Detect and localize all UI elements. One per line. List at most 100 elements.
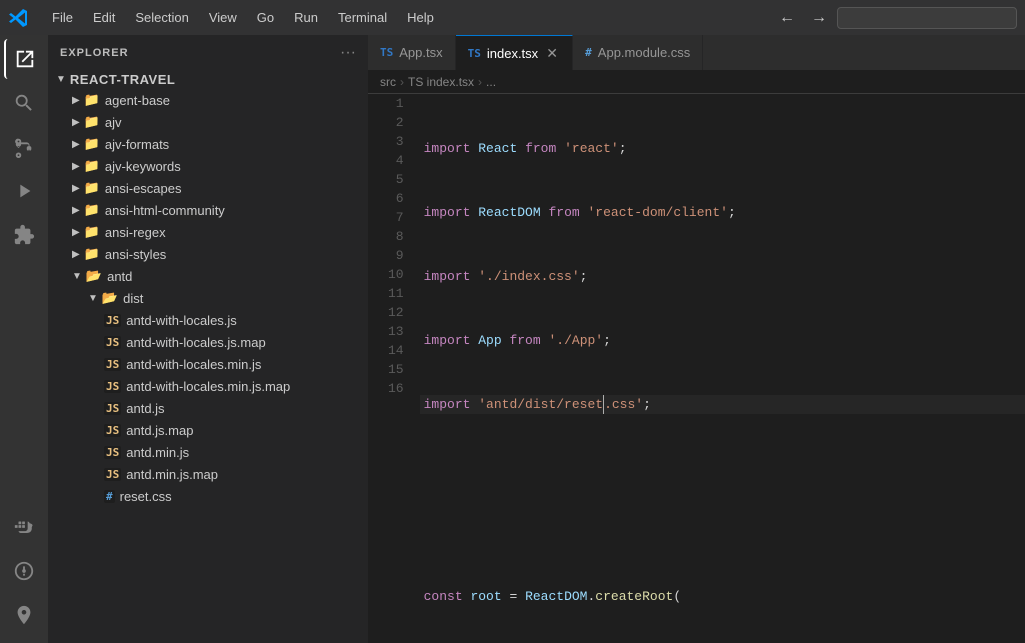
line-number: 1 <box>388 94 404 113</box>
tree-item-ajv-keywords[interactable]: ▶ 📁 ajv-keywords <box>48 155 368 177</box>
tab-index-tsx[interactable]: TS index.tsx ✕ <box>456 35 574 70</box>
menu-help[interactable]: Help <box>399 8 442 27</box>
tree-item-antd-min-js-map[interactable]: JS antd.min.js.map <box>48 463 368 485</box>
js-file-icon: JS <box>104 380 121 393</box>
tree-root-react-travel[interactable]: ▼ REACT-TRAVEL <box>48 70 368 89</box>
line-number: 3 <box>388 132 404 151</box>
line-number: 4 <box>388 151 404 170</box>
tree-item-label: ansi-html-community <box>105 203 225 218</box>
tree-item-antd-with-locales-js-map[interactable]: JS antd-with-locales.js.map <box>48 331 368 353</box>
tree-item-label: antd <box>107 269 132 284</box>
line-number: 12 <box>388 303 404 322</box>
tree-item-label: reset.css <box>120 489 172 504</box>
folder-icon: 📁 <box>84 180 100 196</box>
activity-remote-icon[interactable] <box>4 595 44 635</box>
tree-item-antd-js-map[interactable]: JS antd.js.map <box>48 419 368 441</box>
tree-item-ansi-styles[interactable]: ▶ 📁 ansi-styles <box>48 243 368 265</box>
js-file-icon: JS <box>104 402 121 415</box>
menu-file[interactable]: File <box>44 8 81 27</box>
sidebar-title: EXPLORER <box>60 47 129 59</box>
tree-item-ansi-regex[interactable]: ▶ 📁 ansi-regex <box>48 221 368 243</box>
folder-icon: 📁 <box>84 246 100 262</box>
activity-explorer-icon[interactable] <box>4 39 44 79</box>
menu-go[interactable]: Go <box>249 8 282 27</box>
activity-bar <box>0 35 48 643</box>
menu-view[interactable]: View <box>201 8 245 27</box>
tree-item-antd-with-locales-min-js-map[interactable]: JS antd-with-locales.min.js.map <box>48 375 368 397</box>
menu-terminal[interactable]: Terminal <box>330 8 395 27</box>
code-editor[interactable]: 1 2 3 4 5 6 7 8 9 10 11 12 13 14 15 16 <box>368 94 1025 643</box>
tree-item-agent-base[interactable]: ▶ 📁 agent-base <box>48 89 368 111</box>
js-file-icon: JS <box>104 358 121 371</box>
line-number: 13 <box>388 322 404 341</box>
activity-kubernetes-icon[interactable] <box>4 551 44 591</box>
chevron-right-icon: ▶ <box>72 249 80 260</box>
sidebar-content[interactable]: ▼ REACT-TRAVEL ▶ 📁 agent-base ▶ 📁 ajv ▶ … <box>48 70 368 643</box>
code-content[interactable]: import React from 'react'; import ReactD… <box>420 94 1025 643</box>
code-line-2: import ReactDOM from 'react-dom/client'; <box>420 203 1025 222</box>
activity-run-debug-icon[interactable] <box>4 171 44 211</box>
activity-docker-icon[interactable] <box>4 507 44 547</box>
tree-item-antd[interactable]: ▼ 📂 antd <box>48 265 368 287</box>
chevron-right-icon: ▶ <box>72 183 80 194</box>
code-line-7 <box>420 523 1025 542</box>
tree-item-label: antd.js <box>126 401 164 416</box>
root-folder-label: REACT-TRAVEL <box>70 72 175 87</box>
tree-item-label: antd.min.js.map <box>126 467 218 482</box>
sidebar-header: EXPLORER ··· <box>48 35 368 70</box>
js-file-icon: JS <box>104 314 121 327</box>
tab-close-button[interactable]: ✕ <box>544 45 560 61</box>
vscode-logo-icon <box>8 8 28 28</box>
tab-app-tsx[interactable]: TS App.tsx <box>368 35 456 70</box>
chevron-right-icon: ▶ <box>72 161 80 172</box>
hash-icon: # <box>585 46 592 59</box>
tab-app-module-css[interactable]: # App.module.css <box>573 35 703 70</box>
js-file-icon: JS <box>104 446 121 459</box>
code-line-8: const root = ReactDOM.createRoot( <box>420 587 1025 606</box>
js-file-icon: JS <box>104 336 121 349</box>
tree-item-antd-with-locales-min-js[interactable]: JS antd-with-locales.min.js <box>48 353 368 375</box>
tree-item-ajv[interactable]: ▶ 📁 ajv <box>48 111 368 133</box>
menu-edit[interactable]: Edit <box>85 8 123 27</box>
line-number: 15 <box>388 360 404 379</box>
tree-item-ajv-formats[interactable]: ▶ 📁 ajv-formats <box>48 133 368 155</box>
chevron-right-icon: ▶ <box>72 117 80 128</box>
breadcrumb: src › TS index.tsx › ... <box>368 70 1025 94</box>
nav-back-button[interactable]: ← <box>773 7 801 29</box>
tree-item-ansi-escapes[interactable]: ▶ 📁 ansi-escapes <box>48 177 368 199</box>
folder-icon: 📁 <box>84 136 100 152</box>
sidebar-actions: ··· <box>340 44 356 62</box>
titlebar-menu: File Edit Selection View Go Run Terminal… <box>44 8 442 27</box>
folder-icon: 📁 <box>84 92 100 108</box>
folder-icon: 📁 <box>84 224 100 240</box>
chevron-down-icon: ▼ <box>56 74 66 85</box>
tree-item-antd-js[interactable]: JS antd.js <box>48 397 368 419</box>
ts-icon: TS <box>380 46 393 59</box>
tree-item-label: agent-base <box>105 93 170 108</box>
line-number: 2 <box>388 113 404 132</box>
tree-item-reset-css[interactable]: # reset.css <box>48 485 368 507</box>
activity-search-icon[interactable] <box>4 83 44 123</box>
nav-forward-button[interactable]: → <box>805 7 833 29</box>
tree-item-label: ansi-escapes <box>105 181 182 196</box>
tree-item-dist[interactable]: ▼ 📂 dist <box>48 287 368 309</box>
code-line-3: import './index.css'; <box>420 267 1025 286</box>
folder-icon: 📁 <box>84 158 100 174</box>
sidebar-overflow-button[interactable]: ··· <box>340 44 356 62</box>
tree-item-antd-min-js[interactable]: JS antd.min.js <box>48 441 368 463</box>
tree-item-antd-with-locales-js[interactable]: JS antd-with-locales.js <box>48 309 368 331</box>
line-number: 6 <box>388 189 404 208</box>
line-number: 9 <box>388 246 404 265</box>
tree-item-label: antd-with-locales.min.js.map <box>126 379 290 394</box>
breadcrumb-separator: › <box>400 75 404 89</box>
activity-source-control-icon[interactable] <box>4 127 44 167</box>
search-input[interactable] <box>837 7 1017 29</box>
folder-icon: 📁 <box>84 114 100 130</box>
menu-selection[interactable]: Selection <box>127 8 196 27</box>
tree-item-ansi-html-community[interactable]: ▶ 📁 ansi-html-community <box>48 199 368 221</box>
js-file-icon: JS <box>104 424 121 437</box>
activity-extensions-icon[interactable] <box>4 215 44 255</box>
sidebar: EXPLORER ··· ▼ REACT-TRAVEL ▶ 📁 agent-ba… <box>48 35 368 643</box>
menu-run[interactable]: Run <box>286 8 326 27</box>
code-line-5: import 'antd/dist/reset .css'; <box>420 395 1025 414</box>
